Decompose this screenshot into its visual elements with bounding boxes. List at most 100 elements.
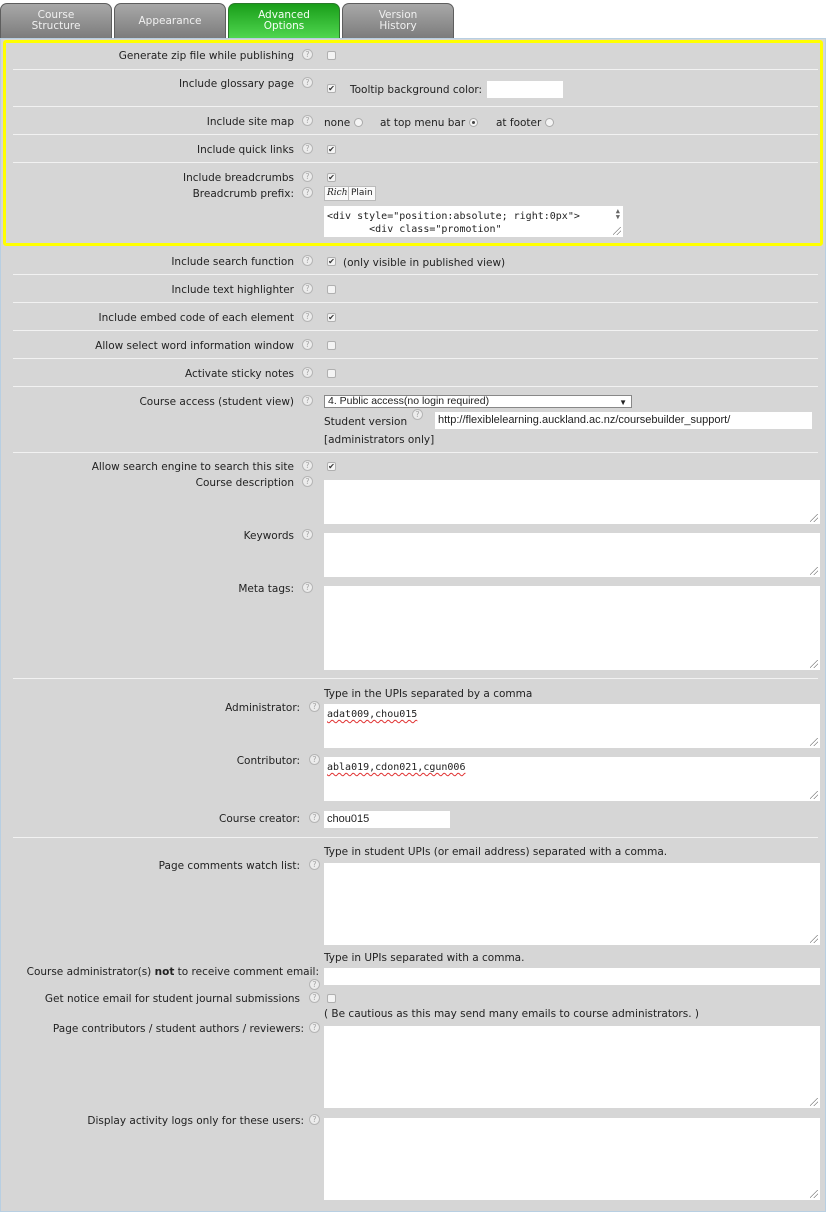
meta-tags-textarea[interactable]	[324, 586, 820, 670]
resize-grip-icon[interactable]	[810, 660, 818, 668]
course-access-select[interactable]: 4. Public access(no login required) ▼	[324, 395, 632, 408]
help-icon[interactable]: ?	[309, 701, 320, 712]
administrator-label: Administrator:	[225, 702, 300, 714]
breadcrumbs-checkbox[interactable]: ✔	[327, 173, 336, 182]
sticky-notes-checkbox[interactable]	[327, 369, 336, 378]
sticky-notes-label: Activate sticky notes	[184, 368, 294, 380]
breadcrumbs-label: Include breadcrumbs	[183, 172, 294, 184]
help-icon[interactable]: ?	[302, 283, 313, 294]
help-icon[interactable]: ?	[302, 311, 313, 322]
help-icon[interactable]: ?	[302, 460, 313, 471]
breadcrumb-prefix-value: <div style="position:absolute; right:0px…	[327, 211, 580, 235]
help-icon[interactable]: ?	[302, 143, 313, 154]
upi-hint: Type in the UPIs separated by a comma	[324, 688, 533, 700]
course-description-label: Course description	[195, 477, 294, 489]
embed-checkbox[interactable]: ✔	[327, 313, 336, 322]
embed-label: Include embed code of each element	[98, 312, 294, 324]
help-icon[interactable]: ?	[302, 187, 313, 198]
help-icon[interactable]: ?	[309, 1022, 320, 1033]
contributor-textarea[interactable]: abla019,cdon021,cgun006	[324, 757, 820, 801]
contributor-value: abla019,cdon021,cgun006	[327, 762, 466, 773]
plain-editor-button[interactable]: Plain	[348, 186, 376, 201]
contributors-textarea[interactable]	[324, 1026, 820, 1108]
zip-checkbox[interactable]	[327, 51, 336, 60]
quicklinks-label: Include quick links	[196, 144, 294, 156]
sitemap-option-top: at top menu bar	[380, 117, 466, 129]
word-info-label: Allow select word information window	[95, 340, 294, 352]
help-icon[interactable]: ?	[309, 812, 320, 823]
help-icon[interactable]: ?	[302, 171, 313, 182]
resize-grip-icon[interactable]	[810, 1190, 818, 1198]
highlighter-checkbox[interactable]	[327, 285, 336, 294]
search-engine-label: Allow search engine to search this site	[91, 461, 294, 473]
search-function-label: Include search function	[171, 256, 294, 268]
no-email-hint: Type in UPIs separated with a comma.	[324, 952, 525, 964]
glossary-label: Include glossary page	[178, 78, 294, 90]
resize-grip-icon[interactable]	[810, 1098, 818, 1106]
help-icon[interactable]: ?	[309, 1114, 320, 1125]
help-icon[interactable]: ?	[309, 754, 320, 765]
no-email-label: Course administrator(s) not to receive c…	[27, 966, 319, 978]
search-function-checkbox[interactable]: ✔	[327, 257, 336, 266]
tab-appearance[interactable]: Appearance	[114, 3, 226, 38]
scroll-arrows-icon[interactable]: ▲ ▼	[616, 208, 620, 221]
tab-version-history[interactable]: Version History	[342, 3, 454, 38]
quicklinks-checkbox[interactable]: ✔	[327, 145, 336, 154]
watch-list-textarea[interactable]	[324, 863, 820, 945]
keywords-label: Keywords	[243, 530, 294, 542]
help-icon[interactable]: ?	[309, 992, 320, 1003]
journal-checkbox[interactable]	[327, 994, 336, 1003]
search-engine-checkbox[interactable]: ✔	[327, 462, 336, 471]
help-icon[interactable]: ?	[302, 339, 313, 350]
no-email-input[interactable]	[324, 968, 820, 985]
activity-logs-textarea[interactable]	[324, 1118, 820, 1200]
word-info-checkbox[interactable]	[327, 341, 336, 350]
help-icon[interactable]: ?	[302, 115, 313, 126]
help-icon[interactable]: ?	[302, 49, 313, 60]
help-icon[interactable]: ?	[302, 582, 313, 593]
course-creator-label: Course creator:	[219, 813, 300, 825]
activity-logs-label: Display activity logs only for these use…	[87, 1115, 304, 1127]
help-icon[interactable]: ?	[412, 409, 423, 420]
sitemap-radio-footer[interactable]	[545, 118, 554, 127]
course-creator-input[interactable]: chou015	[324, 811, 450, 828]
journal-label: Get notice email for student journal sub…	[44, 993, 300, 1005]
tooltip-color-input[interactable]	[487, 81, 563, 98]
divider	[13, 302, 818, 303]
resize-grip-icon[interactable]	[810, 567, 818, 575]
resize-grip-icon[interactable]	[613, 227, 621, 235]
divider	[13, 330, 818, 331]
resize-grip-icon[interactable]	[810, 791, 818, 799]
help-icon[interactable]: ?	[302, 395, 313, 406]
sitemap-radio-top[interactable]	[469, 118, 478, 127]
help-icon[interactable]: ?	[302, 367, 313, 378]
student-version-url[interactable]: http://flexiblelearning.auckland.ac.nz/c…	[435, 412, 812, 429]
help-icon[interactable]: ?	[302, 529, 313, 540]
keywords-textarea[interactable]	[324, 533, 820, 577]
divider	[13, 162, 818, 163]
tab-course-structure[interactable]: Course Structure	[0, 3, 112, 38]
sitemap-radio-none[interactable]	[354, 118, 363, 127]
meta-tags-label: Meta tags:	[238, 583, 294, 595]
glossary-checkbox[interactable]: ✔	[327, 84, 336, 93]
sitemap-option-none: none	[324, 117, 351, 129]
help-icon[interactable]: ?	[302, 77, 313, 88]
zip-label: Generate zip file while publishing	[118, 50, 294, 62]
help-icon[interactable]: ?	[302, 476, 313, 487]
course-description-textarea[interactable]	[324, 480, 820, 524]
help-icon[interactable]: ?	[309, 859, 320, 870]
divider	[13, 678, 818, 679]
watch-hint: Type in student UPIs (or email address) …	[324, 846, 668, 858]
resize-grip-icon[interactable]	[810, 514, 818, 522]
no-email-label-bold: not	[154, 966, 175, 978]
divider	[13, 386, 818, 387]
help-icon[interactable]: ?	[302, 255, 313, 266]
tab-advanced-options[interactable]: Advanced Options	[228, 3, 340, 38]
administrator-textarea[interactable]: adat009,chou015	[324, 704, 820, 748]
breadcrumb-prefix-textarea[interactable]: <div style="position:absolute; right:0px…	[324, 206, 623, 237]
resize-grip-icon[interactable]	[810, 738, 818, 746]
rich-editor-button[interactable]: Rich	[324, 186, 351, 201]
help-icon[interactable]: ?	[309, 979, 320, 990]
resize-grip-icon[interactable]	[810, 935, 818, 943]
student-version-label: Student version	[324, 416, 408, 428]
